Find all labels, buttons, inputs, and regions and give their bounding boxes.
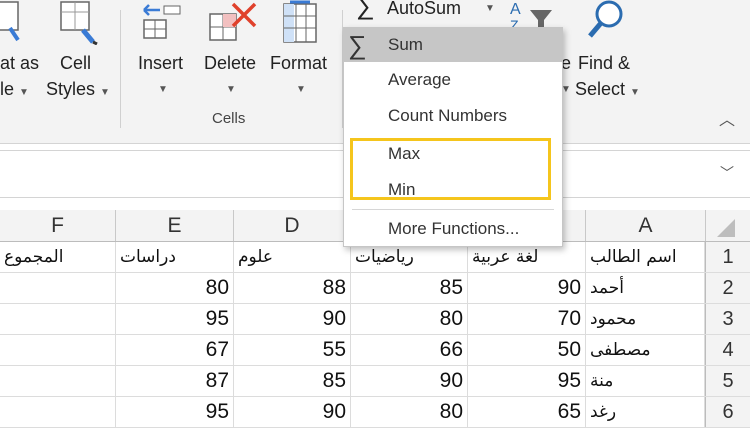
row-header[interactable]: 4 <box>705 335 750 365</box>
row-header[interactable]: 6 <box>705 397 750 427</box>
cell-b6[interactable]: 65 <box>468 397 586 427</box>
cell-f5[interactable] <box>0 366 116 396</box>
format-as-table-label-2[interactable]: le ▼ <box>0 77 29 105</box>
menu-item-label: Count Numbers <box>388 106 508 125</box>
cell-a2[interactable]: أحمد <box>586 273 705 303</box>
cell-c2[interactable]: 85 <box>351 273 468 303</box>
menu-item-label: Sum <box>388 35 423 54</box>
cell-d5[interactable]: 85 <box>234 366 351 396</box>
delete-dropdown-icon[interactable]: ▼ <box>226 77 236 102</box>
find-select-label-2[interactable]: Select ▼ <box>575 77 640 105</box>
column-header-f[interactable]: F <box>0 210 116 241</box>
cell-e2[interactable]: 80 <box>116 273 234 303</box>
column-header-a[interactable]: A <box>586 210 706 241</box>
chevron-down-icon: ▼ <box>630 87 640 98</box>
format-as-table-label-1[interactable]: at as <box>0 51 39 76</box>
cell-f3[interactable] <box>0 304 116 334</box>
format-cells-icon[interactable] <box>276 0 324 45</box>
table-row: 95 90 80 65 رغد 6 <box>0 397 750 428</box>
menu-item-average[interactable]: Average <box>344 63 562 97</box>
find-select-label-1[interactable]: Find & <box>578 51 630 76</box>
cell-e6[interactable]: 95 <box>116 397 234 427</box>
menu-item-count-numbers[interactable]: Count Numbers <box>344 99 562 133</box>
cell-d3[interactable]: 90 <box>234 304 351 334</box>
table-row: 67 55 66 50 مصطفى 4 <box>0 335 750 366</box>
format-as-table-icon[interactable] <box>0 0 22 45</box>
delete-cells-icon[interactable] <box>205 0 260 45</box>
cell-f4[interactable] <box>0 335 116 365</box>
cell-a3[interactable]: محمود <box>586 304 705 334</box>
insert-label[interactable]: Insert <box>138 51 183 76</box>
table-row: 87 85 90 95 منة 5 <box>0 366 750 397</box>
cell-c3[interactable]: 80 <box>351 304 468 334</box>
autosum-button[interactable]: AutoSum <box>387 0 461 21</box>
menu-item-sum[interactable]: ∑ Sum <box>344 28 562 62</box>
cell-a6[interactable]: رغد <box>586 397 705 427</box>
cell-f6[interactable] <box>0 397 116 427</box>
magnifier-icon[interactable] <box>582 0 630 45</box>
cell-f1[interactable]: المجموع <box>0 242 116 272</box>
table-row: 80 88 85 90 أحمد 2 <box>0 273 750 304</box>
cell-a4[interactable]: مصطفى <box>586 335 705 365</box>
cell-f2[interactable] <box>0 273 116 303</box>
insert-cells-icon[interactable] <box>138 0 186 45</box>
cell-e1[interactable]: دراسات <box>116 242 234 272</box>
cell-d2[interactable]: 88 <box>234 273 351 303</box>
autosum-sigma-icon[interactable]: ∑ <box>356 0 375 18</box>
autosum-menu: ∑ Sum Average Count Numbers Max Min More… <box>343 27 563 247</box>
cell-b5[interactable]: 95 <box>468 366 586 396</box>
cell-d1[interactable]: علوم <box>234 242 351 272</box>
cell-e4[interactable]: 67 <box>116 335 234 365</box>
cell-a5[interactable]: منة <box>586 366 705 396</box>
row-header[interactable]: 1 <box>705 242 750 272</box>
cell-c5[interactable]: 90 <box>351 366 468 396</box>
cell-styles-label-2[interactable]: Styles ▼ <box>46 77 110 105</box>
cell-b2[interactable]: 90 <box>468 273 586 303</box>
row-header[interactable]: 3 <box>705 304 750 334</box>
cell-c6[interactable]: 80 <box>351 397 468 427</box>
cell-d6[interactable]: 90 <box>234 397 351 427</box>
row-header[interactable]: 2 <box>705 273 750 303</box>
cell-styles-label-1[interactable]: Cell <box>60 51 91 76</box>
highlight-box <box>350 138 551 200</box>
cell-styles-label-2-text: Styles <box>46 79 96 99</box>
format-as-table-label-2-text: le <box>0 79 15 99</box>
cell-c4[interactable]: 66 <box>351 335 468 365</box>
row-header[interactable]: 5 <box>705 366 750 396</box>
expand-formula-bar-icon[interactable]: ﹀ <box>720 163 734 183</box>
group-separator <box>120 10 121 128</box>
cell-e3[interactable]: 95 <box>116 304 234 334</box>
chevron-down-icon: ▼ <box>19 87 29 98</box>
cell-styles-icon[interactable] <box>57 0 101 45</box>
cells-group-label: Cells <box>212 110 246 127</box>
cell-e5[interactable]: 87 <box>116 366 234 396</box>
select-all-corner[interactable] <box>705 210 750 241</box>
sigma-icon: ∑ <box>348 30 367 60</box>
menu-item-more-functions[interactable]: More Functions... <box>344 212 562 246</box>
collapse-ribbon-icon[interactable]: ︿ <box>719 108 735 133</box>
cell-d4[interactable]: 55 <box>234 335 351 365</box>
cell-a1[interactable]: اسم الطالب <box>586 242 705 272</box>
delete-label[interactable]: Delete <box>204 51 256 76</box>
autosum-dropdown-icon[interactable]: ▼ <box>485 0 495 21</box>
find-select-label-2-text: Select <box>575 79 626 99</box>
menu-item-label: Average <box>388 70 452 89</box>
cell-b4[interactable]: 50 <box>468 335 586 365</box>
insert-dropdown-icon[interactable]: ▼ <box>158 77 168 102</box>
svg-text:A: A <box>510 1 521 18</box>
column-header-e[interactable]: E <box>116 210 234 241</box>
table-row: 95 90 80 70 محمود 3 <box>0 304 750 335</box>
menu-item-label: More Functions... <box>388 219 520 238</box>
format-label[interactable]: Format <box>270 51 327 76</box>
column-header-d[interactable]: D <box>234 210 351 241</box>
cell-b3[interactable]: 70 <box>468 304 586 334</box>
menu-separator <box>352 209 554 210</box>
chevron-down-icon: ▼ <box>100 87 110 98</box>
format-dropdown-icon[interactable]: ▼ <box>296 77 306 102</box>
